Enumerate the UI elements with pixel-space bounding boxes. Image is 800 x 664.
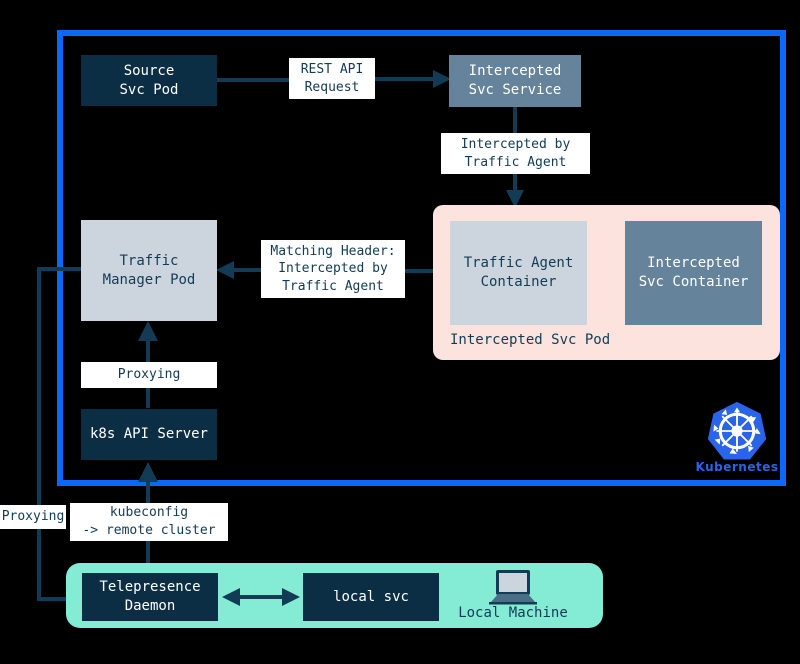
edge-daemon-localsvc-bidirectional <box>222 584 300 610</box>
node-intercepted-svc-container[interactable]: Intercepted Svc Container <box>625 221 762 325</box>
node-source-svc-pod[interactable]: Source Svc Pod <box>81 55 217 106</box>
node-traffic-agent-container[interactable]: Traffic Agent Container <box>450 221 587 325</box>
node-intercepted-svc-service[interactable]: Intercepted Svc Service <box>449 55 581 107</box>
label-kubeconfig: kubeconfig -> remote cluster <box>70 503 228 541</box>
kubernetes-logo-label: Kubernetes <box>695 460 779 474</box>
edge-manager-left-stub <box>37 267 83 271</box>
node-local-svc[interactable]: local svc <box>303 573 439 621</box>
label-intercepted-by-traffic-agent: Intercepted by Traffic Agent <box>441 133 590 174</box>
label-proxying: Proxying <box>81 362 217 388</box>
label-matching-header: Matching Header: Intercepted by Traffic … <box>261 240 405 298</box>
edge-matching-header-to-manager <box>216 257 264 283</box>
edge-service-to-intercepted-label <box>513 107 517 134</box>
edge-intercepted-label-to-pod <box>502 170 528 208</box>
edge-proxying-to-manager <box>135 321 161 363</box>
edge-proxying-loop-vertical <box>37 267 41 601</box>
edge-kubeconfig-to-apiserver <box>135 462 161 504</box>
diagram-canvas: Source Svc Pod REST API Request Intercep… <box>0 0 800 664</box>
laptop-icon <box>489 569 537 605</box>
group-intercepted-svc-pod-label: Intercepted Svc Pod <box>450 332 611 348</box>
node-telepresence-daemon[interactable]: Telepresence Daemon <box>82 573 218 621</box>
group-local-machine-label: Local Machine <box>458 605 568 621</box>
label-rest-api-request: REST API Request <box>289 58 375 99</box>
edge-apiserver-to-proxying <box>146 388 150 408</box>
edge-restapi-to-service <box>373 66 451 92</box>
node-k8s-api-server[interactable]: k8s API Server <box>81 409 217 460</box>
kubernetes-helm-icon <box>707 401 767 460</box>
node-traffic-manager-pod[interactable]: Traffic Manager Pod <box>81 220 217 321</box>
label-proxying-side: Proxying <box>0 505 66 529</box>
edge-source-to-restapi <box>216 78 291 82</box>
